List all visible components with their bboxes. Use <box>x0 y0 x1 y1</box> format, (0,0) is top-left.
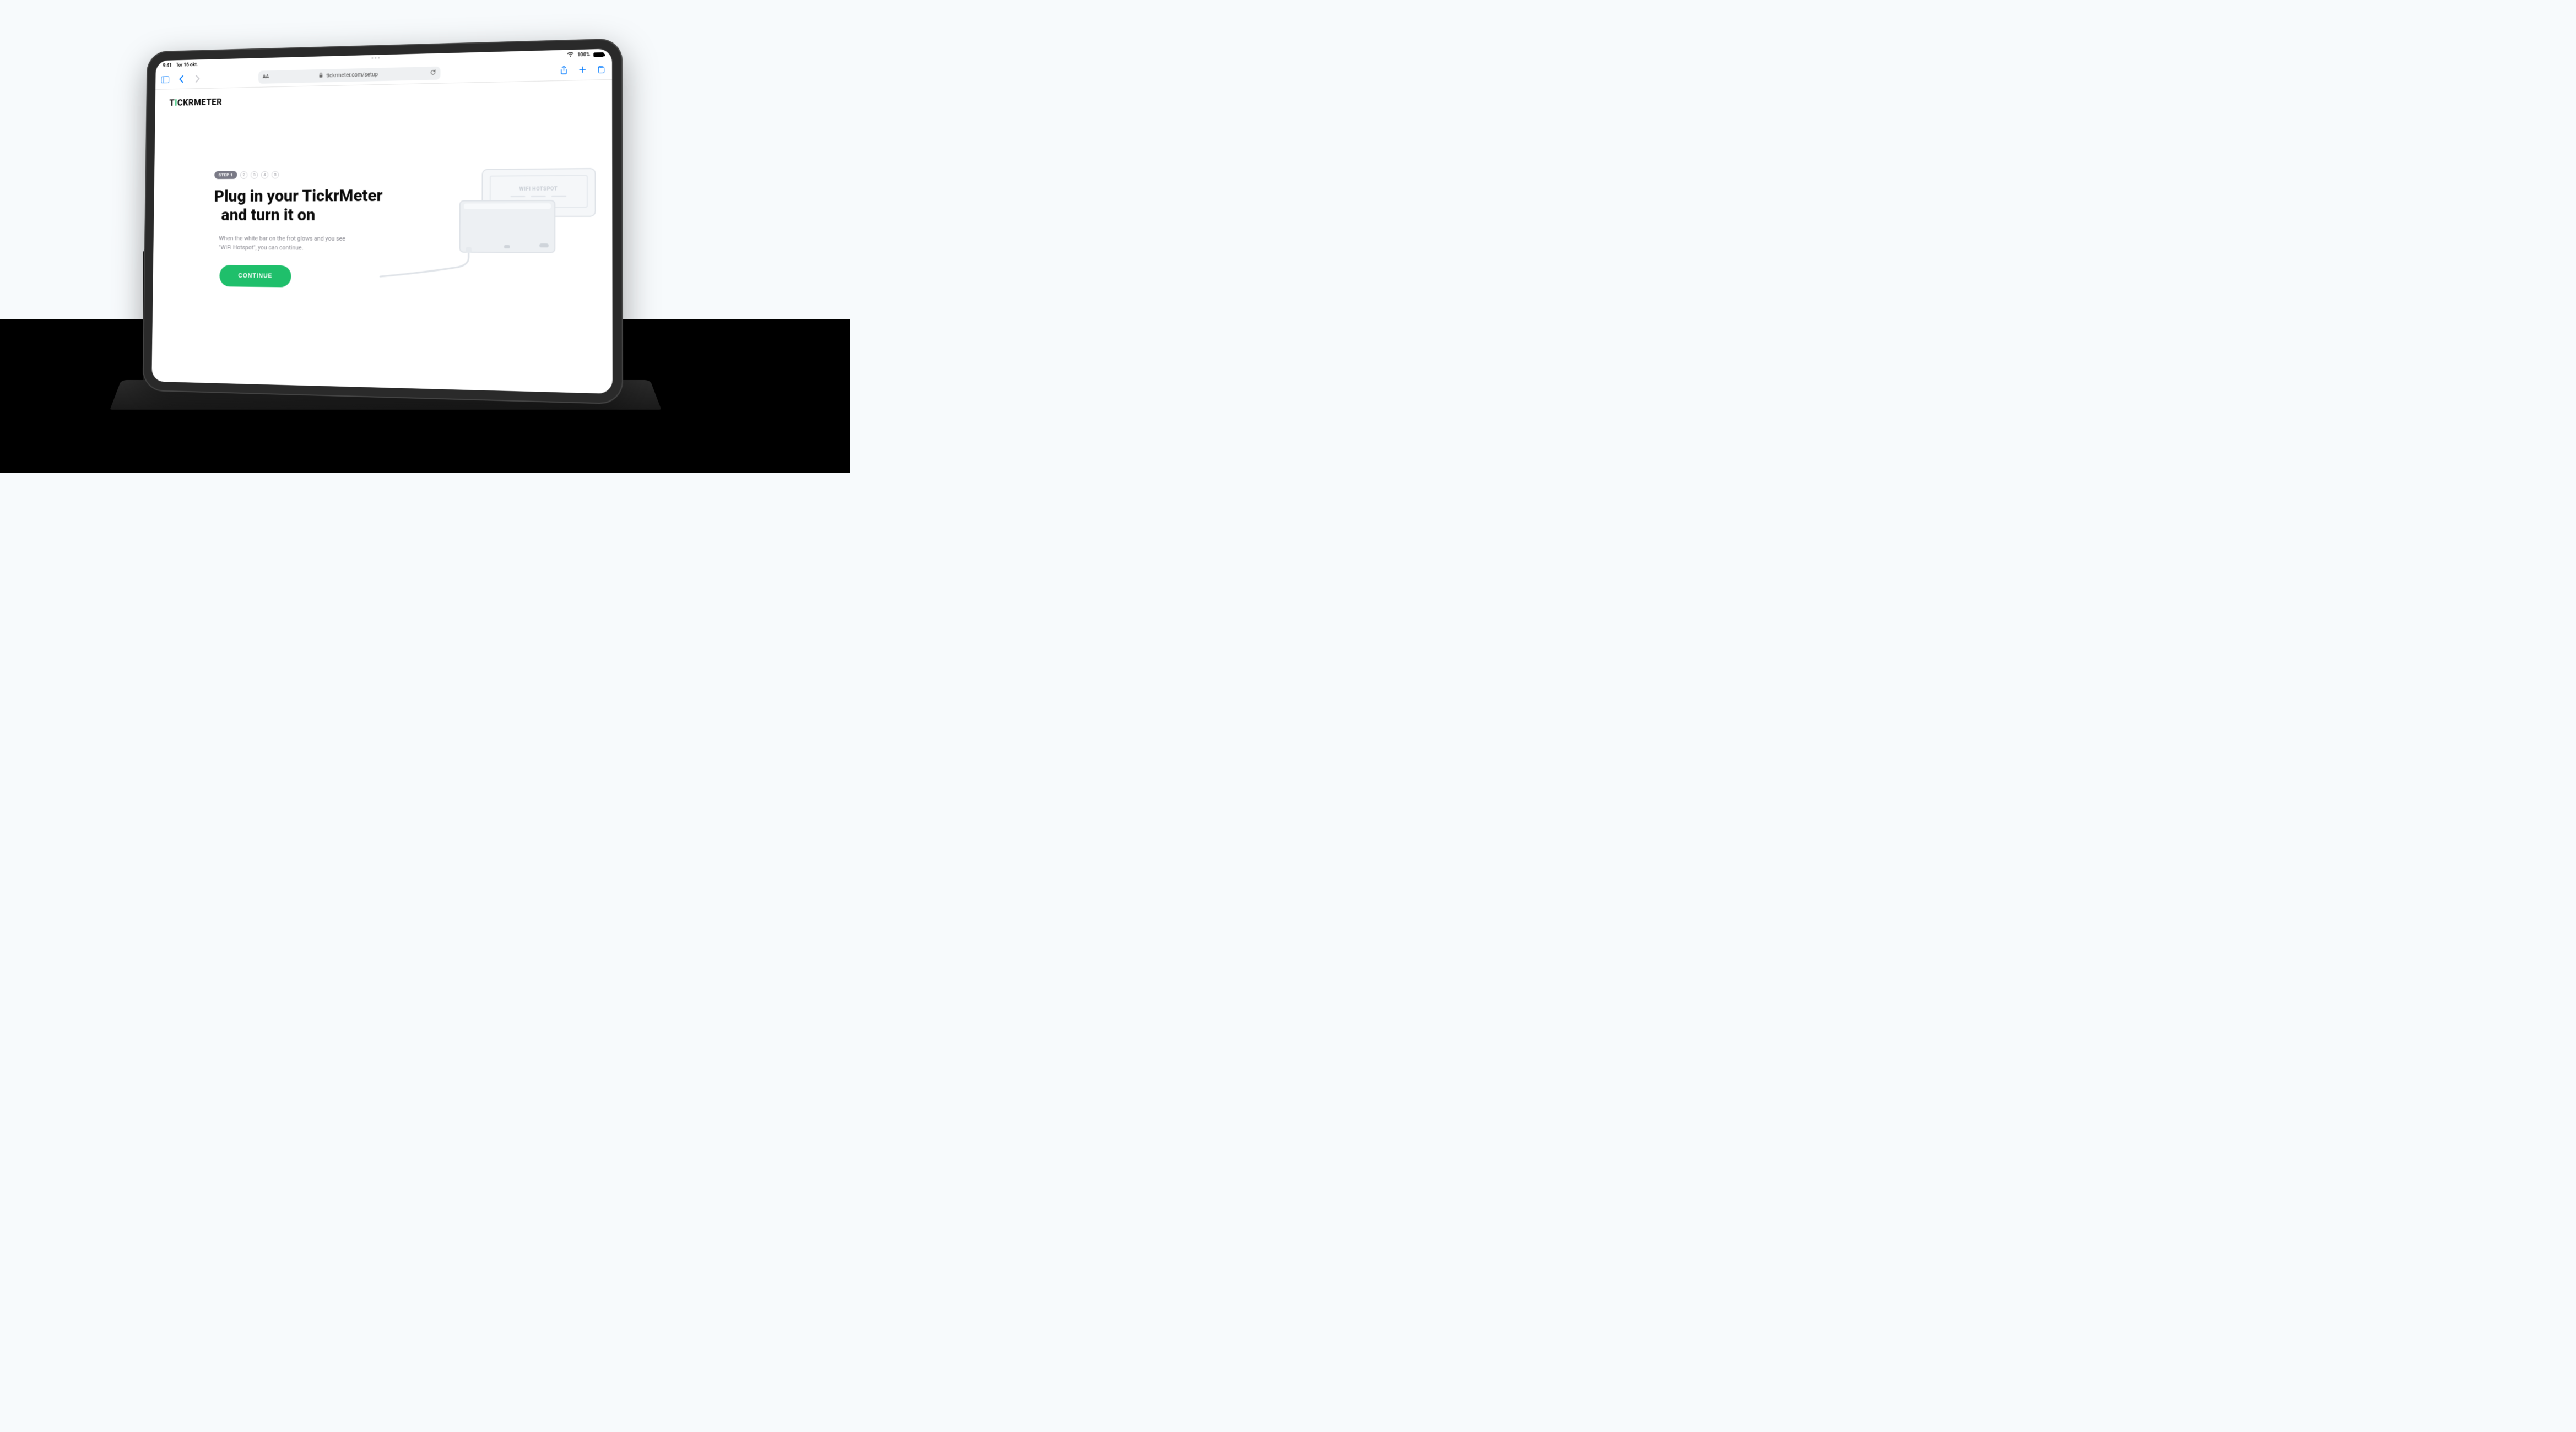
device-screen-text: WIFI HOTSPOT <box>519 186 558 192</box>
logo[interactable]: TICKRMETER <box>169 89 596 108</box>
ipad-screen: 9:41 Tor 16 okt. 100% <box>151 48 613 394</box>
status-time: 9:41 <box>163 63 172 68</box>
step-5[interactable]: 5 <box>272 171 279 178</box>
page-body: TICKRMETER STEP 1 2 3 4 5 Plug in your T… <box>151 80 612 391</box>
share-icon[interactable] <box>559 65 570 75</box>
multitask-dots[interactable] <box>371 57 380 59</box>
text-size-icon[interactable]: AA <box>263 74 269 80</box>
ipad-frame: 9:41 Tor 16 okt. 100% <box>143 38 624 404</box>
cable-icon <box>377 247 505 281</box>
headline-line1: Plug in your TickrMeter <box>214 186 383 206</box>
step-current: STEP 1 <box>214 171 237 179</box>
url-bar[interactable]: AA tickrmeter.com/setup <box>258 67 441 84</box>
headline-line2: and turn it on <box>214 205 389 225</box>
tabs-icon[interactable] <box>596 64 607 74</box>
lock-icon <box>319 72 323 79</box>
logo-text-tail: CKRMETER <box>177 97 222 108</box>
power-switch-icon <box>539 243 549 247</box>
device-illustration: WIFI HOTSPOT <box>410 168 596 294</box>
status-date: Tor 16 okt. <box>176 62 198 68</box>
forward-icon[interactable] <box>193 74 202 84</box>
device-screen-lines <box>511 195 567 197</box>
description-text: When the white bar on the frot glows and… <box>219 234 356 253</box>
continue-button[interactable]: CONTINUE <box>219 265 291 288</box>
step-2[interactable]: 2 <box>240 171 247 179</box>
wifi-icon <box>567 52 574 59</box>
battery-icon <box>593 52 604 57</box>
step-indicator: STEP 1 2 3 4 5 <box>214 170 389 179</box>
device-back-view <box>459 200 556 253</box>
step-4[interactable]: 4 <box>261 171 268 178</box>
battery-percent: 100% <box>577 52 590 58</box>
url-text: tickrmeter.com/setup <box>326 72 378 79</box>
back-icon[interactable] <box>177 74 186 84</box>
new-tab-icon[interactable] <box>577 64 588 75</box>
sidebar-icon[interactable] <box>160 74 170 84</box>
step-3[interactable]: 3 <box>251 171 258 178</box>
page-title: Plug in your TickrMeter and turn it on <box>214 187 389 225</box>
logo-text: T <box>169 97 175 107</box>
reload-icon[interactable] <box>430 69 436 77</box>
